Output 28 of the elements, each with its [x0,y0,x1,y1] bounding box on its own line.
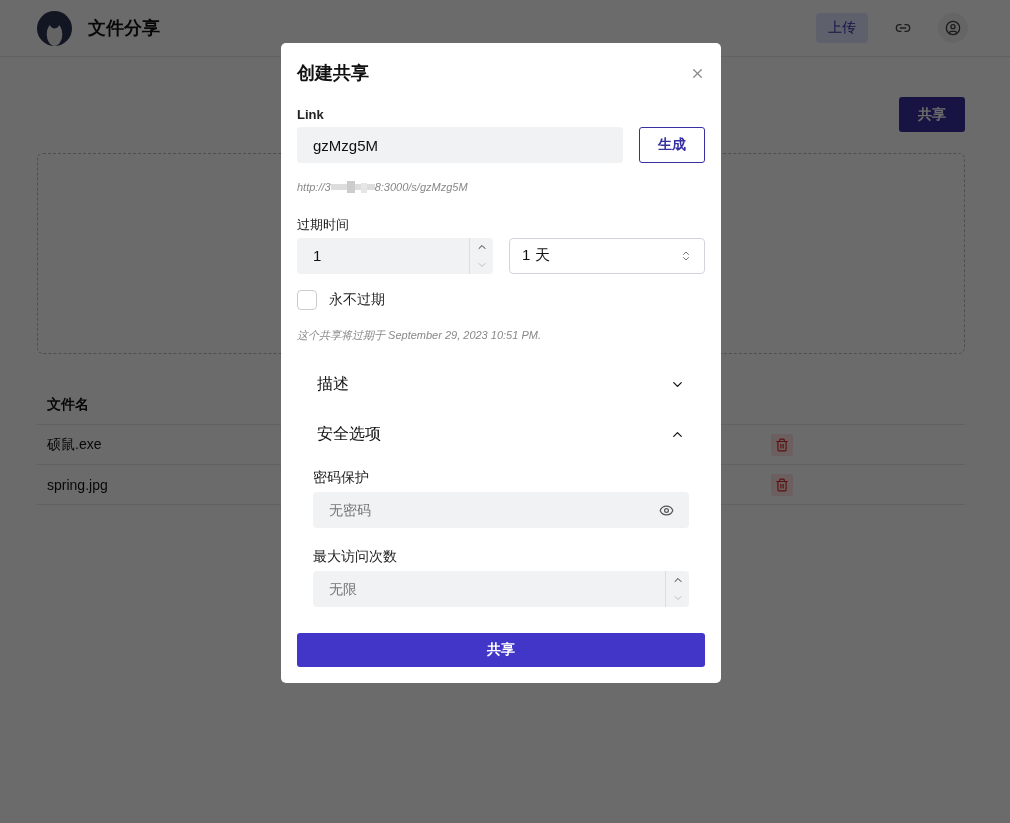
amount-input[interactable]: 1 [297,237,469,274]
link-input[interactable]: gzMzg5M [297,127,623,164]
submit-button[interactable]: 共享 [297,633,705,667]
number-spinner[interactable] [469,237,493,274]
file-name: spring.jpg [47,476,108,493]
never-expire-label: 永不过期 [329,290,385,309]
expiry-note: 这个共享将过期于 September 29, 2023 10:51 PM. [297,327,542,343]
never-expire-checkbox[interactable] [297,289,317,310]
expiration-label: 过期时间 [297,215,350,234]
password-input[interactable]: 无密码 [313,492,689,529]
delete-icon[interactable] [771,473,793,496]
number-spinner[interactable] [665,571,689,608]
dialog-title: 创建共享 [297,62,369,85]
unit-select[interactable]: 1 天 [509,237,705,274]
link-label: Link [297,107,325,123]
app-title: 文件分享 [88,17,161,40]
blurred-text-drawing [330,181,375,194]
file-name: 硕鼠.exe [47,435,102,454]
penguin-logo [37,10,72,46]
field-label: 最大访问次数 [313,548,398,567]
field-label: 密码保护 [313,469,370,488]
share-url: 8:3000/s/gzMzg5M [374,181,468,194]
up-down-chevron-icon [680,249,692,262]
generate-button[interactable]: 生成 [639,127,705,164]
max-visits-input[interactable]: 无限 [313,571,665,608]
share-url: http://3 [297,181,331,194]
user-icon[interactable] [938,13,968,43]
delete-icon[interactable] [771,433,793,456]
